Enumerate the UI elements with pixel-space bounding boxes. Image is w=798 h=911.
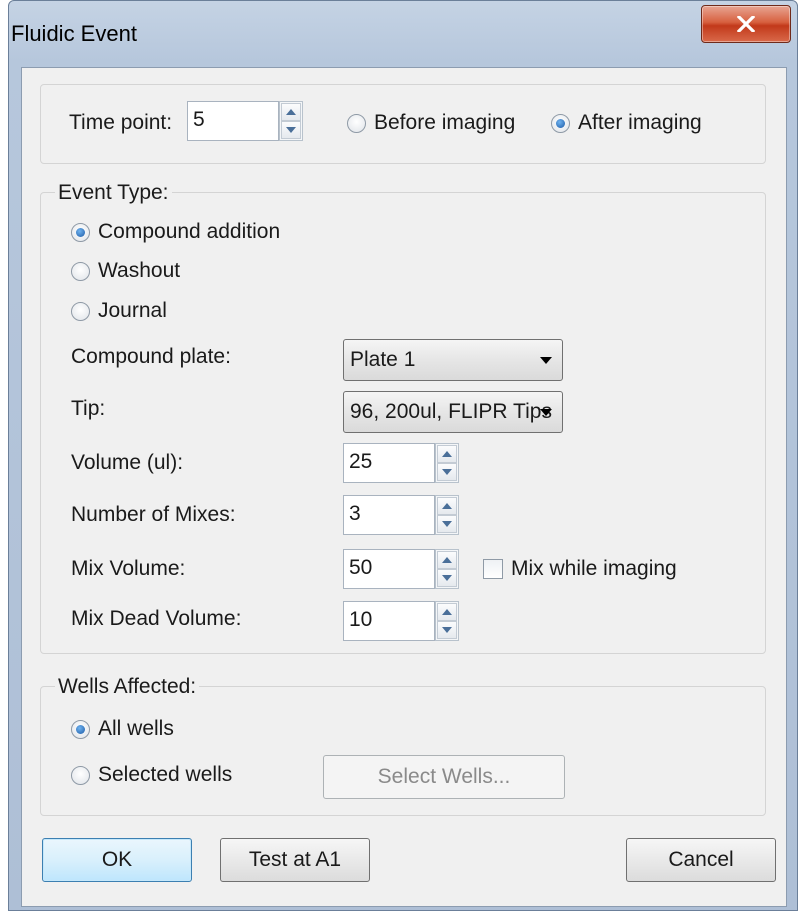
mixes-spinner[interactable] <box>435 495 459 535</box>
checkbox-icon <box>483 559 503 579</box>
dialog-window: Fluidic Event Time point: 5 Before imagi… <box>8 0 798 911</box>
before-imaging-label: Before imaging <box>374 111 516 134</box>
spin-up-button[interactable] <box>437 497 457 515</box>
spin-down-icon <box>442 627 452 633</box>
timepoint-input[interactable]: 5 <box>187 101 279 141</box>
select-wells-button[interactable]: Select Wells... <box>323 755 565 799</box>
washout-label: Washout <box>98 259 181 282</box>
spin-down-button[interactable] <box>437 621 457 639</box>
spin-up-button[interactable] <box>437 603 457 621</box>
spin-up-button[interactable] <box>437 445 457 463</box>
selected-wells-radio[interactable]: Selected wells <box>71 763 232 787</box>
dead-volume-input[interactable]: 10 <box>343 601 435 641</box>
chevron-down-icon <box>540 357 552 364</box>
spin-down-button[interactable] <box>437 569 457 587</box>
spin-down-icon <box>442 575 452 581</box>
dead-volume-label: Mix Dead Volume: <box>71 607 242 630</box>
chevron-down-icon <box>540 409 552 416</box>
event-type-group: Event Type: Compound addition Washout Jo… <box>40 181 766 654</box>
close-button[interactable] <box>701 5 791 43</box>
spin-up-icon <box>442 609 452 615</box>
all-wells-radio[interactable]: All wells <box>71 717 174 741</box>
mix-while-imaging-checkbox[interactable]: Mix while imaging <box>483 557 677 581</box>
radio-button-icon <box>71 765 90 785</box>
compound-plate-select[interactable]: Plate 1 <box>343 339 563 381</box>
tip-value: 96, 200ul, FLIPR Tips <box>350 400 552 423</box>
spin-down-button[interactable] <box>437 463 457 481</box>
dead-volume-spinner[interactable] <box>435 601 459 641</box>
after-imaging-label: After imaging <box>578 111 702 134</box>
before-imaging-radio[interactable]: Before imaging <box>347 111 515 135</box>
spin-up-button[interactable] <box>437 551 457 569</box>
journal-radio[interactable]: Journal <box>71 299 167 323</box>
title-bar[interactable]: Fluidic Event <box>9 1 797 67</box>
spin-up-icon <box>286 109 296 115</box>
after-imaging-radio[interactable]: After imaging <box>551 111 702 135</box>
timepoint-label: Time point: <box>69 111 173 134</box>
washout-radio[interactable]: Washout <box>71 259 180 283</box>
spin-down-button[interactable] <box>281 121 301 139</box>
compound-plate-value: Plate 1 <box>350 348 416 371</box>
window-title: Fluidic Event <box>11 21 137 46</box>
spin-down-icon <box>286 127 296 133</box>
compound-addition-radio[interactable]: Compound addition <box>71 220 280 244</box>
selected-wells-label: Selected wells <box>98 763 233 786</box>
journal-label: Journal <box>98 299 167 322</box>
compound-plate-label: Compound plate: <box>71 345 231 368</box>
mixes-label: Number of Mixes: <box>71 503 236 526</box>
radio-button-icon <box>347 113 366 133</box>
volume-label: Volume (ul): <box>71 451 184 474</box>
ok-button[interactable]: OK <box>42 838 192 882</box>
spin-down-icon <box>442 469 452 475</box>
volume-input[interactable]: 25 <box>343 443 435 483</box>
wells-affected-legend: Wells Affected: <box>55 675 200 699</box>
spin-up-icon <box>442 503 452 509</box>
radio-button-icon <box>71 301 90 321</box>
close-icon <box>737 16 755 32</box>
all-wells-label: All wells <box>98 717 174 740</box>
tip-label: Tip: <box>71 397 106 420</box>
event-type-legend: Event Type: <box>55 181 172 205</box>
spin-down-icon <box>442 521 452 527</box>
mix-volume-input[interactable]: 50 <box>343 549 435 589</box>
dialog-client-area: Time point: 5 Before imaging After imagi… <box>21 67 787 907</box>
spin-up-icon <box>442 451 452 457</box>
volume-spinner[interactable] <box>435 443 459 483</box>
radio-button-checked-icon <box>551 113 570 133</box>
mixes-input[interactable]: 3 <box>343 495 435 535</box>
radio-button-checked-icon <box>71 719 90 739</box>
test-at-a1-button[interactable]: Test at A1 <box>220 838 370 882</box>
mix-while-imaging-label: Mix while imaging <box>511 557 677 580</box>
timepoint-group: Time point: 5 Before imaging After imagi… <box>40 84 766 164</box>
mix-volume-label: Mix Volume: <box>71 557 186 580</box>
radio-button-checked-icon <box>71 222 90 242</box>
wells-affected-group: Wells Affected: All wells Selected wells… <box>40 675 766 816</box>
mix-volume-spinner[interactable] <box>435 549 459 589</box>
compound-addition-label: Compound addition <box>98 220 281 243</box>
cancel-button[interactable]: Cancel <box>626 838 776 882</box>
spin-up-button[interactable] <box>281 103 301 121</box>
radio-button-icon <box>71 261 90 281</box>
spin-up-icon <box>442 557 452 563</box>
spin-down-button[interactable] <box>437 515 457 533</box>
timepoint-spinner[interactable] <box>279 101 303 141</box>
tip-select[interactable]: 96, 200ul, FLIPR Tips <box>343 391 563 433</box>
